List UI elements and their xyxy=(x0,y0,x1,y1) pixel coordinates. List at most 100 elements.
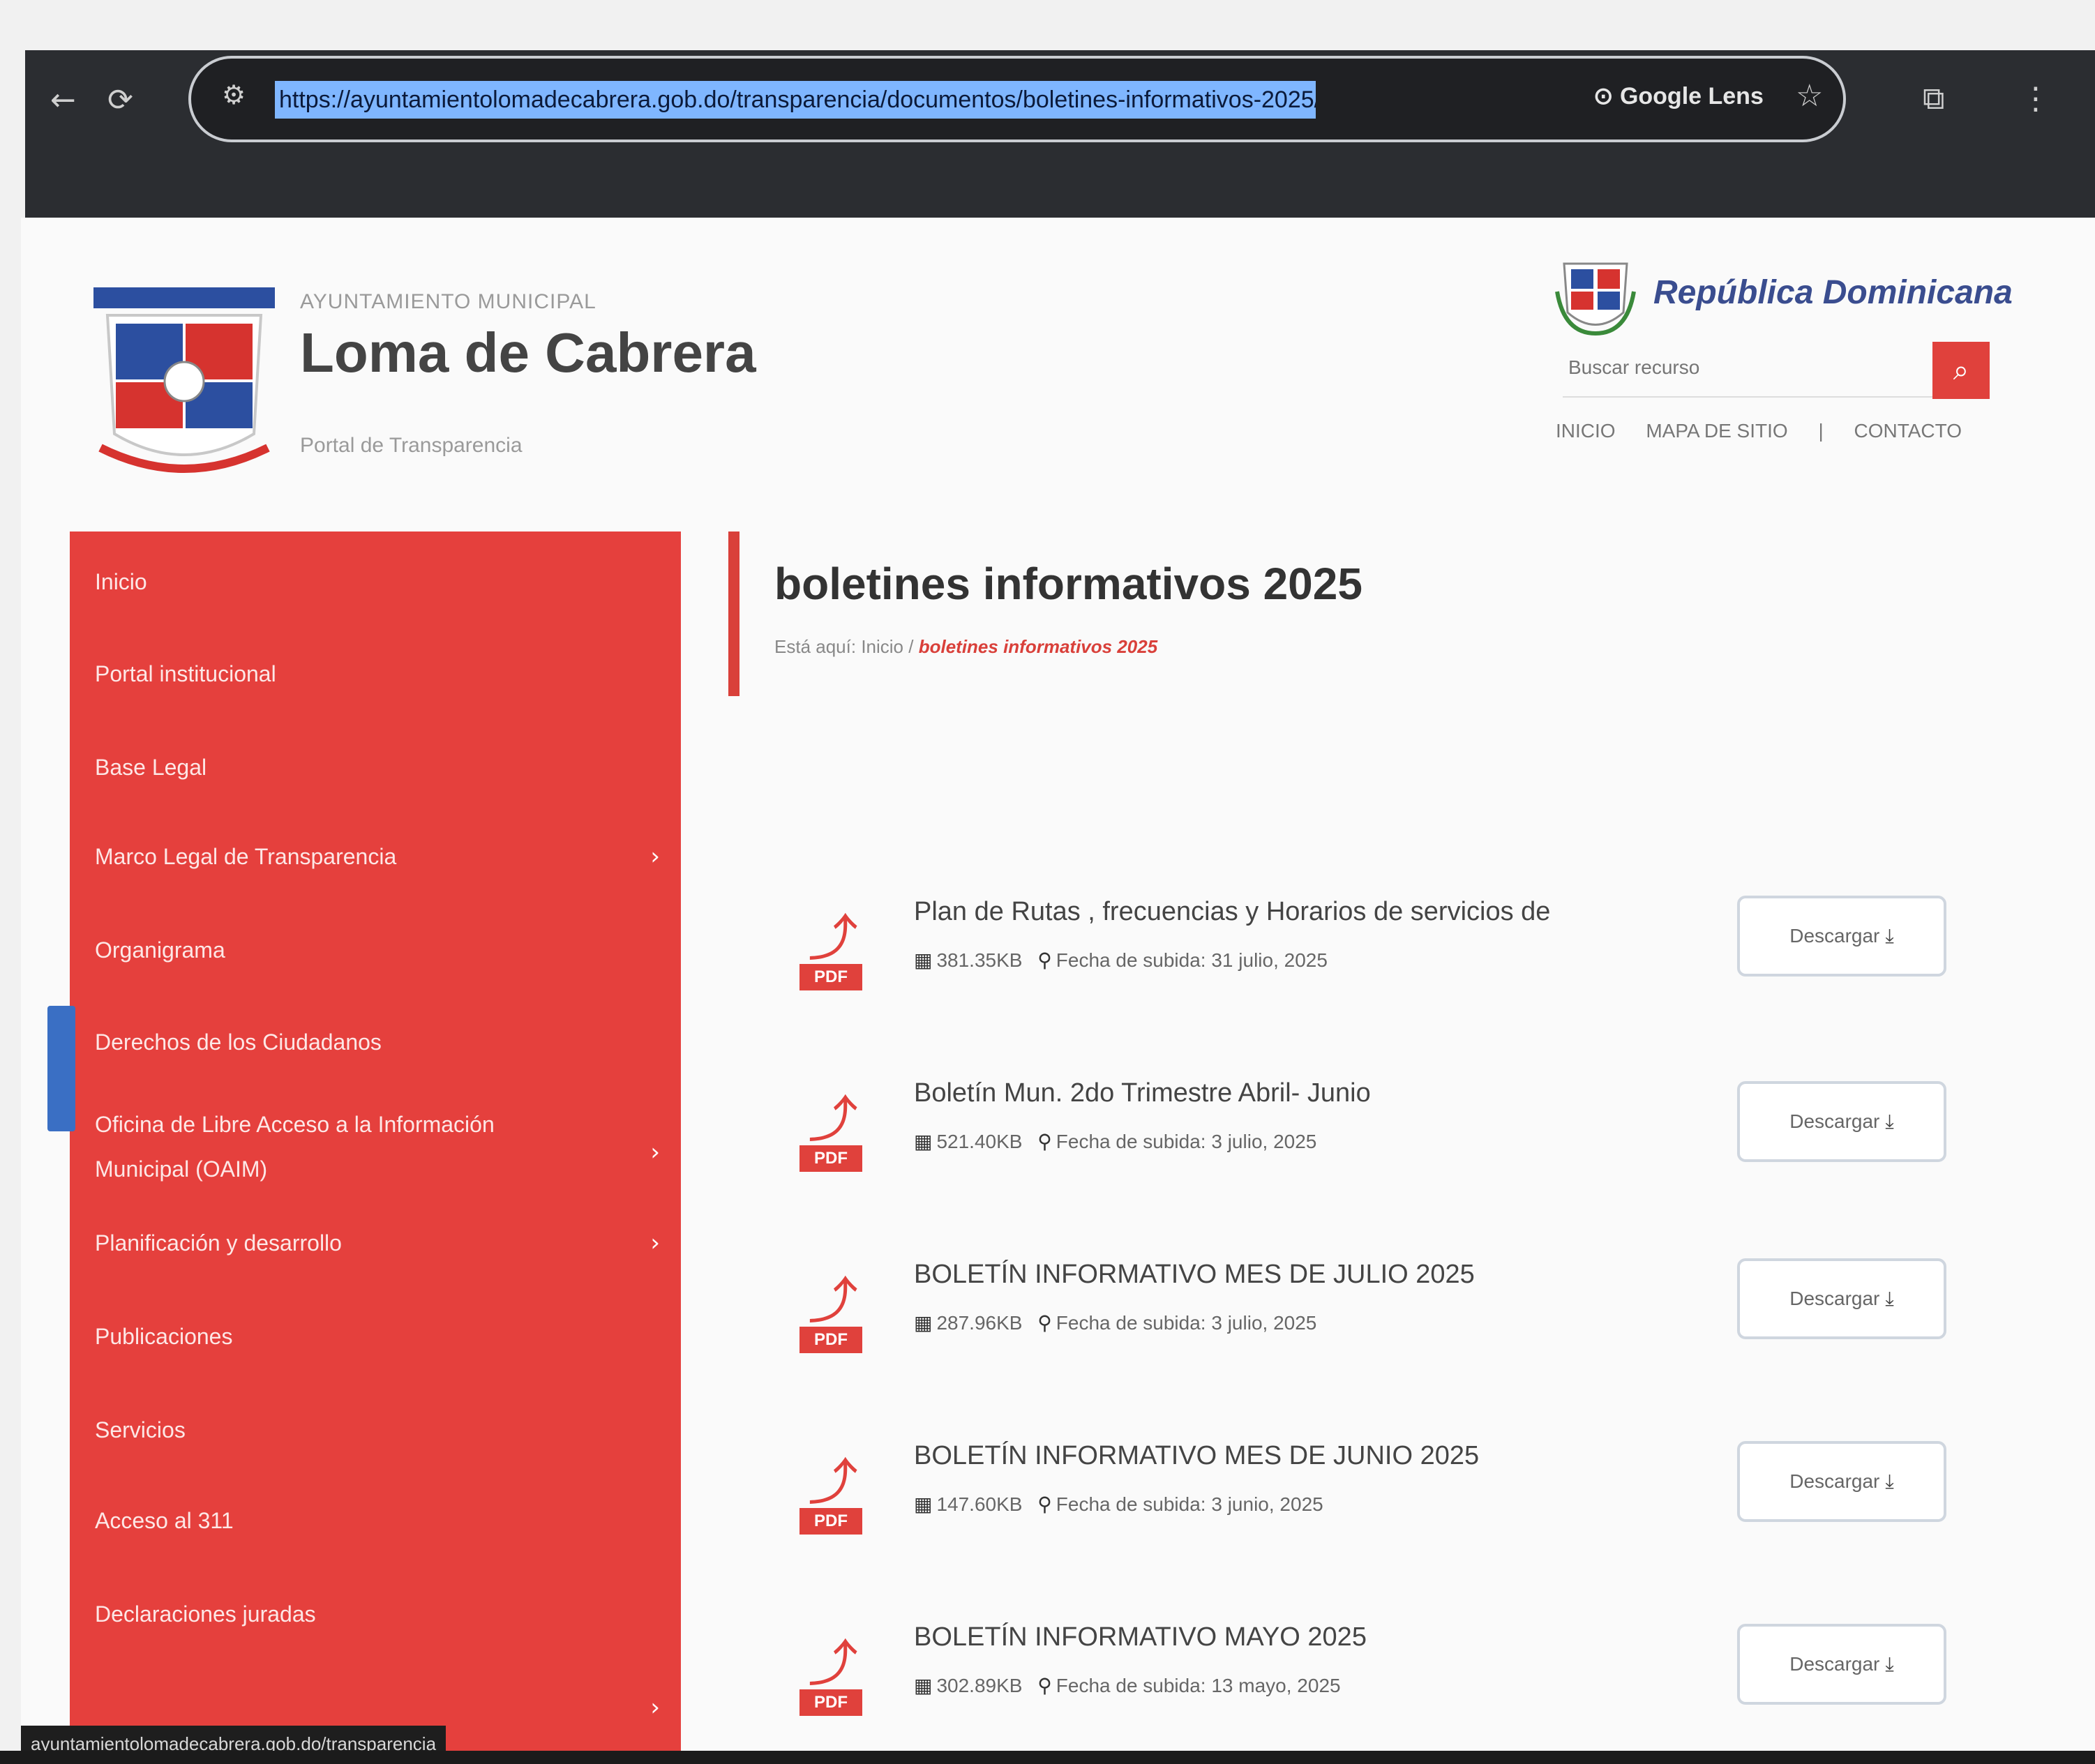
title-accent-bar xyxy=(728,532,739,696)
taskbar xyxy=(0,1751,2095,1764)
browser-toolbar: ← ⟳ ⚙ https://ayuntamientolomadecabrera.… xyxy=(25,50,2095,218)
extensions-icon[interactable]: ⧉ xyxy=(1923,81,1944,116)
document-title[interactable]: Plan de Rutas , frecuencias y Horarios d… xyxy=(914,897,1550,927)
document-title[interactable]: Boletín Mun. 2do Trimestre Abril- Junio xyxy=(914,1078,1371,1108)
search-box xyxy=(1563,338,1960,398)
sidebar-item-inicio[interactable]: Inicio xyxy=(95,569,147,595)
document-meta: ▦ 381.35KB ⚲ Fecha de subida: 31 julio, 20… xyxy=(914,949,1328,972)
document-row: ⤴ PDF BOLETÍN INFORMATIVO MES DE JULIO 20… xyxy=(795,1243,1981,1396)
document-meta: ▦ 287.96KB ⚲ Fecha de subida: 3 julio, 202… xyxy=(914,1311,1316,1334)
upload-label: Fecha de subida: xyxy=(1056,1493,1206,1515)
pdf-icon: ⤴ PDF xyxy=(795,897,865,995)
file-size: 147.60KB xyxy=(936,1493,1023,1515)
upload-label: Fecha de subida: xyxy=(1056,1131,1206,1152)
upload-date: 3 junio, 2025 xyxy=(1211,1493,1323,1515)
country-name[interactable]: República Dominicana xyxy=(1653,273,2013,312)
document-title[interactable]: BOLETÍN INFORMATIVO MAYO 2025 xyxy=(914,1622,1367,1652)
download-button[interactable]: Descargar ⤓ xyxy=(1737,1081,1946,1162)
download-icon: ⤓ xyxy=(1885,1652,1894,1675)
document-meta: ▦ 147.60KB ⚲ Fecha de subida: 3 junio, 202… xyxy=(914,1493,1323,1516)
sidebar-item-publicaciones[interactable]: Publicaciones xyxy=(95,1324,232,1350)
download-button[interactable]: Descargar ⤓ xyxy=(1737,1258,1946,1339)
download-icon: ⤓ xyxy=(1885,1470,1894,1493)
sidebar-menu: Inicio Portal institucional Base Legal M… xyxy=(70,532,681,1764)
user-icon: ⚲ xyxy=(1037,1493,1052,1516)
download-button[interactable]: Descargar ⤓ xyxy=(1737,1624,1946,1705)
file-size-icon: ▦ xyxy=(914,1674,933,1697)
lens-icon: ⊙ xyxy=(1593,83,1620,110)
site-settings-icon[interactable]: ⚙ xyxy=(222,80,246,110)
download-label: Descargar xyxy=(1789,1653,1880,1675)
document-title[interactable]: BOLETÍN INFORMATIVO MES DE JULIO 2025 xyxy=(914,1260,1475,1290)
document-row: ⤴ PDF Plan de Rutas , frecuencias y Horar… xyxy=(795,880,1981,1034)
sidebar-item-servicios[interactable]: Servicios xyxy=(95,1417,186,1443)
chevron-right-icon[interactable]: › xyxy=(650,1138,660,1166)
document-title[interactable]: BOLETÍN INFORMATIVO MES DE JUNIO 2025 xyxy=(914,1441,1479,1471)
sidebar-item-marco-legal[interactable]: Marco Legal de Transparencia xyxy=(95,844,653,870)
search-icon: ⌕ xyxy=(1953,354,1969,386)
download-button[interactable]: Descargar ⤓ xyxy=(1737,896,1946,977)
dominican-emblem-icon xyxy=(1555,262,1636,336)
link-contacto[interactable]: CONTACTO xyxy=(1854,420,1962,442)
site-title[interactable]: Loma de Cabrera xyxy=(300,321,756,385)
sidebar-item-planificacion[interactable]: Planificación y desarrollo xyxy=(95,1230,342,1256)
link-mapa-sitio[interactable]: MAPA DE SITIO xyxy=(1646,420,1787,442)
download-icon: ⤓ xyxy=(1885,924,1894,947)
download-button[interactable]: Descargar ⤓ xyxy=(1737,1441,1946,1522)
document-row: ⤴ PDF Boletín Mun. 2do Trimestre Abril- J… xyxy=(795,1062,1981,1215)
sidebar-item-organigrama[interactable]: Organigrama xyxy=(95,937,225,963)
side-scroll-tab[interactable] xyxy=(47,1006,75,1131)
sidebar-item-base-legal[interactable]: Base Legal xyxy=(95,755,207,781)
page-title: boletines informativos 2025 xyxy=(774,559,1362,609)
search-button[interactable]: ⌕ xyxy=(1932,342,1990,399)
sidebar-item-declaraciones[interactable]: Declaraciones juradas xyxy=(95,1601,316,1627)
pdf-icon: ⤴ PDF xyxy=(795,1078,865,1176)
file-size-icon: ▦ xyxy=(914,1130,933,1153)
document-meta: ▦ 521.40KB ⚲ Fecha de subida: 3 julio, 202… xyxy=(914,1130,1316,1153)
url-text[interactable]: https://ayuntamientolomadecabrera.gob.do… xyxy=(275,81,1316,119)
file-size-icon: ▦ xyxy=(914,1311,933,1334)
download-icon: ⤓ xyxy=(1885,1287,1894,1310)
breadcrumb-current: boletines informativos 2025 xyxy=(918,636,1158,657)
file-size: 521.40KB xyxy=(936,1131,1023,1152)
user-icon: ⚲ xyxy=(1037,1130,1052,1153)
document-row: ⤴ PDF BOLETÍN INFORMATIVO MES DE JUNIO 20… xyxy=(795,1424,1981,1578)
download-icon: ⤓ xyxy=(1885,1110,1894,1133)
upload-date: 13 mayo, 2025 xyxy=(1211,1675,1341,1696)
chevron-right-icon[interactable]: › xyxy=(650,843,660,870)
user-icon: ⚲ xyxy=(1037,949,1052,972)
star-icon[interactable]: ☆ xyxy=(1796,78,1823,114)
profile-icon[interactable]: ⋮ xyxy=(2020,81,2051,116)
sidebar-item-derechos[interactable]: Derechos de los Ciudadanos xyxy=(95,1030,382,1055)
sidebar-item-portal-institucional[interactable]: Portal institucional xyxy=(95,661,276,687)
arrow-left-icon[interactable]: ← xyxy=(50,82,76,118)
site-subtitle: Portal de Transparencia xyxy=(300,434,523,457)
pdf-icon: ⤴ PDF xyxy=(795,1441,865,1539)
google-lens-button[interactable]: ⊙ Google Lens xyxy=(1593,82,1764,110)
address-bar[interactable]: ⚙ https://ayuntamientolomadecabrera.gob.… xyxy=(188,56,1846,142)
links-divider: | xyxy=(1818,420,1824,442)
upload-date: 3 julio, 2025 xyxy=(1211,1131,1317,1152)
search-input[interactable] xyxy=(1563,338,1918,398)
pdf-icon: ⤴ PDF xyxy=(795,1260,865,1357)
breadcrumb: Está aquí: Inicio / boletines informativ… xyxy=(774,636,1157,658)
chevron-right-icon[interactable]: › xyxy=(650,1694,660,1721)
file-size: 381.35KB xyxy=(936,949,1023,971)
breadcrumb-home[interactable]: Inicio xyxy=(861,636,903,657)
breadcrumb-separator: / xyxy=(908,636,914,657)
sidebar-item-acceso-311[interactable]: Acceso al 311 xyxy=(95,1508,234,1534)
sidebar-item-oaim[interactable]: Oficina de Libre Acceso a la Información… xyxy=(95,1102,583,1191)
link-inicio[interactable]: INICIO xyxy=(1556,420,1616,442)
pdf-icon: ⤴ PDF xyxy=(795,1622,865,1720)
upload-label: Fecha de subida: xyxy=(1056,1675,1206,1696)
reload-icon[interactable]: ⟳ xyxy=(107,82,133,118)
file-size: 302.89KB xyxy=(936,1675,1023,1696)
user-icon: ⚲ xyxy=(1037,1674,1052,1697)
top-links: INICIO MAPA DE SITIO | CONTACTO xyxy=(1556,420,1987,442)
sidebar-item-label: Marco Legal de Transparencia xyxy=(95,844,397,869)
download-label: Descargar xyxy=(1789,1288,1880,1309)
download-label: Descargar xyxy=(1789,925,1880,947)
lens-label: Google Lens xyxy=(1619,83,1764,110)
chevron-right-icon[interactable]: › xyxy=(650,1229,660,1257)
upload-label: Fecha de subida: xyxy=(1056,949,1206,971)
